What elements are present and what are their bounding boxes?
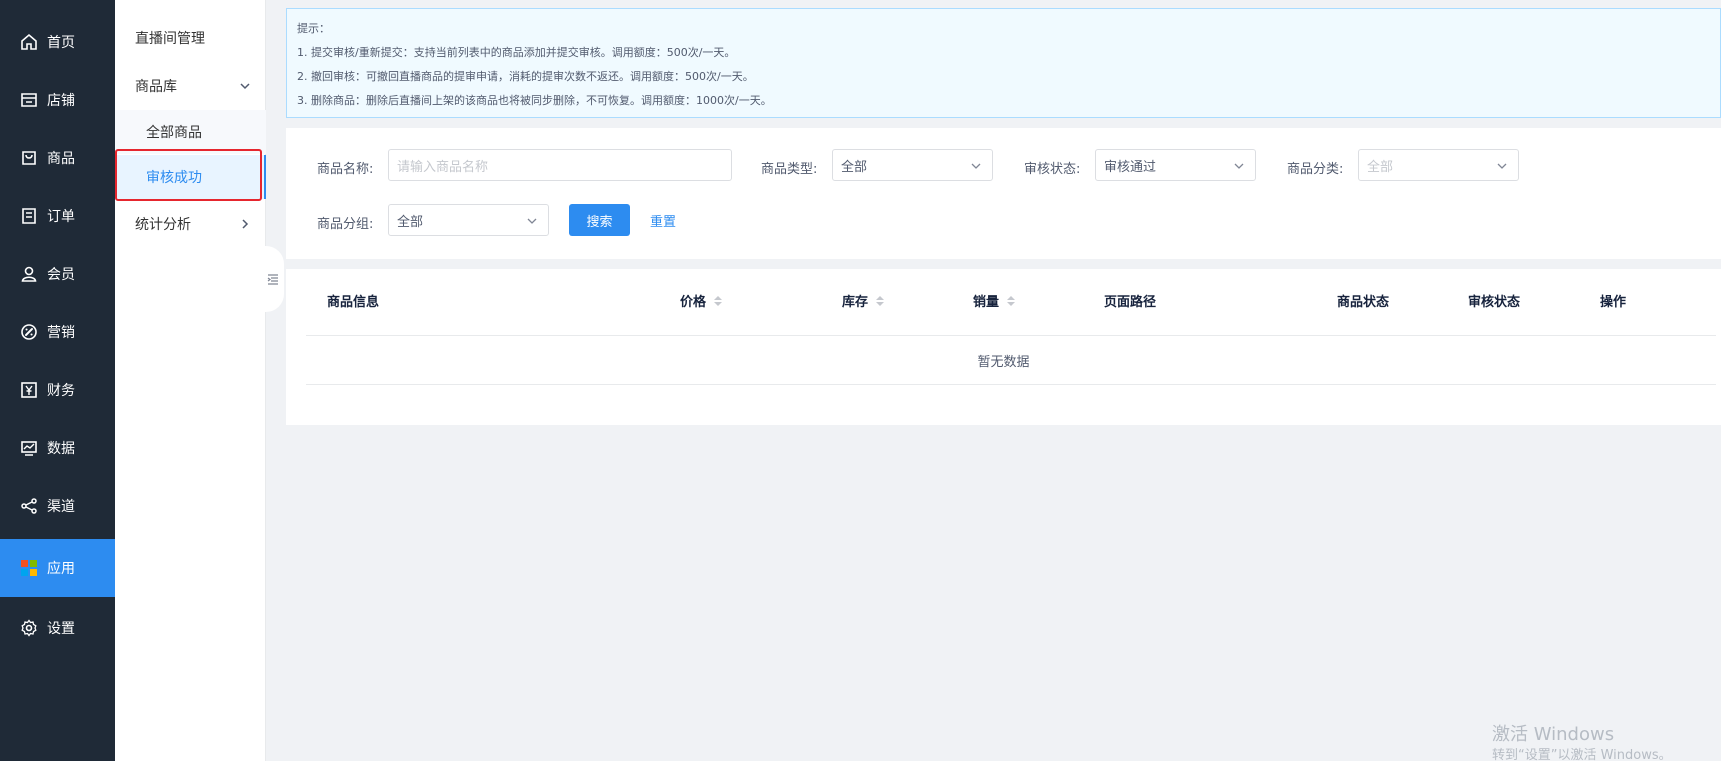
header-divider <box>306 335 1716 336</box>
nav-label: 订单 <box>47 209 75 225</box>
chevron-down-icon <box>240 83 250 90</box>
submenu-label: 商品库 <box>135 79 177 95</box>
product-name-placeholder: 请输入商品名称 <box>397 159 489 175</box>
collapse-menu-toggle[interactable] <box>262 246 284 312</box>
nav-label: 商品 <box>47 151 75 167</box>
column-header-product-info: 商品信息 <box>327 295 380 310</box>
column-header-stock[interactable]: 库存 <box>842 291 885 310</box>
nav-item-product[interactable]: 商品 <box>0 129 115 187</box>
submenu-label: 直播间管理 <box>135 31 205 47</box>
submenu-label: 统计分析 <box>135 217 191 233</box>
nav-item-settings[interactable]: 设置 <box>0 599 115 657</box>
product-category-select[interactable]: 全部 <box>1358 149 1519 181</box>
column-header-price[interactable]: 价格 <box>680 291 723 310</box>
nav-item-finance[interactable]: 财务 <box>0 361 115 419</box>
filter-panel: 商品名称: 请输入商品名称 商品类型: 全部 审核状态: 审核通过 商品分类: … <box>286 128 1721 259</box>
column-header-actions: 操作 <box>1600 295 1627 310</box>
product-group-select[interactable]: 全部 <box>388 204 549 236</box>
audit-status-label: 审核状态: <box>1024 162 1081 177</box>
product-category-value: 全部 <box>1367 159 1394 175</box>
submenu-product-library[interactable]: 商品库 <box>115 66 266 106</box>
tips-line: 2. 撤回审核：可撤回直播商品的提审申请，消耗的提审次数不返还。调用额度：500… <box>297 70 754 83</box>
reset-button[interactable]: 重置 <box>650 211 676 230</box>
column-header-audit-status: 审核状态 <box>1468 295 1521 310</box>
yen-icon <box>20 381 38 399</box>
submenu-live-room[interactable]: 直播间管理 <box>115 18 266 58</box>
nav-item-data[interactable]: 数据 <box>0 419 115 477</box>
nav-label: 数据 <box>47 441 75 457</box>
nav-label: 应用 <box>47 561 75 577</box>
product-type-value: 全部 <box>841 159 868 175</box>
column-header-page-path: 页面路径 <box>1104 295 1157 310</box>
nav-label: 设置 <box>47 621 75 637</box>
tips-line: 3. 删除商品：删除后直播间上架的该商品也将被同步删除，不可恢复。调用额度：10… <box>297 94 772 107</box>
home-icon <box>20 33 38 51</box>
nav-label: 首页 <box>47 35 75 51</box>
nav-item-marketing[interactable]: 营销 <box>0 303 115 361</box>
chart-monitor-icon <box>20 439 38 457</box>
sort-icon[interactable] <box>714 295 723 306</box>
windows-activation-hint: 转到“设置”以激活 Windows。 <box>1492 748 1672 761</box>
nav-label: 渠道 <box>47 499 75 515</box>
marketing-icon <box>20 323 38 341</box>
secondary-menu: 直播间管理 商品库 全部商品 审核成功 统计分析 <box>115 0 266 761</box>
store-icon <box>20 91 38 109</box>
submenu-label: 审核成功 <box>146 170 202 186</box>
column-header-sales[interactable]: 销量 <box>973 291 1016 310</box>
submenu-analytics[interactable]: 统计分析 <box>115 204 266 244</box>
product-group-label: 商品分组: <box>317 217 374 232</box>
shopping-bag-icon <box>20 149 38 167</box>
nav-item-apps[interactable]: 应用 <box>0 539 115 597</box>
product-name-label: 商品名称: <box>317 162 374 177</box>
submenu-approved[interactable]: 审核成功 <box>115 155 266 199</box>
collapse-icon <box>267 274 278 285</box>
nav-item-member[interactable]: 会员 <box>0 245 115 303</box>
product-table: 商品信息 价格 库存 销量 页面路径 商品状态 审核状态 操作 暂无数据 <box>286 269 1721 425</box>
audit-status-value: 审核通过 <box>1104 159 1157 175</box>
sort-icon[interactable] <box>876 295 885 306</box>
windows-activation-watermark: 激活 Windows <box>1492 724 1615 745</box>
nav-label: 店铺 <box>47 93 75 109</box>
gear-icon <box>20 619 38 637</box>
submenu-label: 全部商品 <box>146 125 202 141</box>
product-type-select[interactable]: 全部 <box>832 149 993 181</box>
product-category-label: 商品分类: <box>1287 162 1344 177</box>
user-icon <box>20 265 38 283</box>
chevron-down-icon <box>1497 163 1507 169</box>
product-group-value: 全部 <box>397 214 424 230</box>
sort-icon[interactable] <box>1007 295 1016 306</box>
chevron-down-icon <box>1234 163 1244 169</box>
chevron-right-icon <box>242 219 249 229</box>
empty-state: 暂无数据 <box>977 355 1030 370</box>
nav-item-order[interactable]: 订单 <box>0 187 115 245</box>
tips-alert: 提示： 1. 提交审核/重新提交：支持当前列表中的商品添加并提交审核。调用额度：… <box>286 8 1721 118</box>
chevron-down-icon <box>971 163 981 169</box>
column-header-product-status: 商品状态 <box>1337 295 1390 310</box>
nav-item-store[interactable]: 店铺 <box>0 71 115 129</box>
search-button[interactable]: 搜索 <box>569 204 630 236</box>
chevron-down-icon <box>527 218 537 224</box>
nav-label: 财务 <box>47 383 75 399</box>
product-type-label: 商品类型: <box>761 162 818 177</box>
submenu-all-products[interactable]: 全部商品 <box>115 110 266 154</box>
row-divider <box>306 384 1716 385</box>
main-nav: 首页 店铺 商品 订单 会员 营销 财务 数据 渠道 应用 设置 <box>0 0 115 761</box>
audit-status-select[interactable]: 审核通过 <box>1095 149 1256 181</box>
tips-line: 1. 提交审核/重新提交：支持当前列表中的商品添加并提交审核。调用额度：500次… <box>297 46 736 59</box>
apps-grid-icon <box>20 559 38 577</box>
nav-item-channel[interactable]: 渠道 <box>0 477 115 535</box>
share-icon <box>20 497 38 515</box>
nav-item-home[interactable]: 首页 <box>0 13 115 71</box>
nav-label: 营销 <box>47 325 75 341</box>
order-list-icon <box>20 207 38 225</box>
tips-title: 提示： <box>297 22 330 35</box>
nav-label: 会员 <box>47 267 75 283</box>
product-name-input[interactable]: 请输入商品名称 <box>388 149 732 181</box>
